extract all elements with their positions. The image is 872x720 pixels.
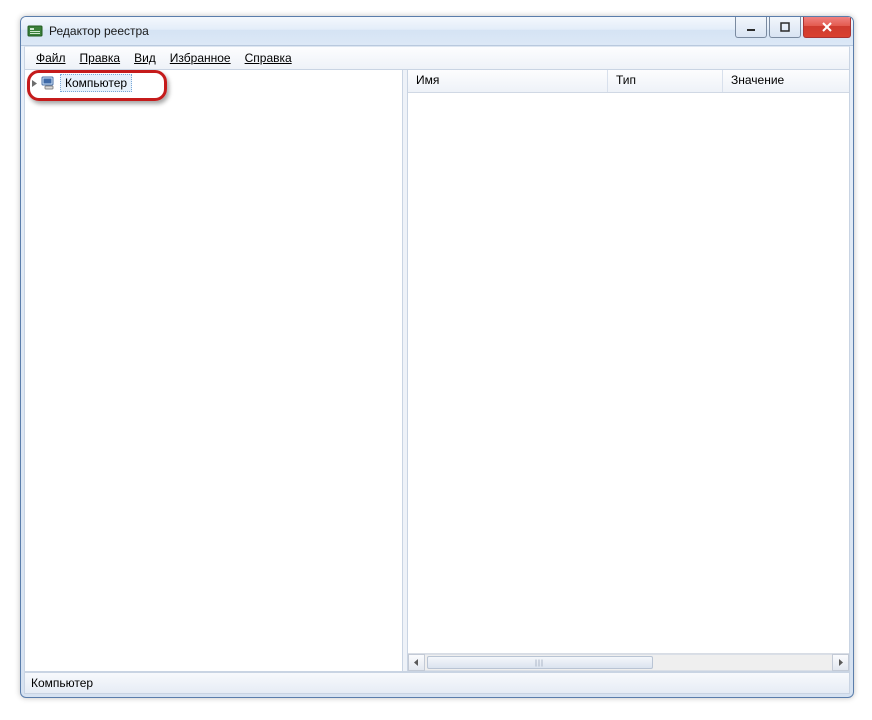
column-header-name[interactable]: Имя [408,70,608,92]
list-pane: Имя Тип Значение [408,70,849,671]
list-header: Имя Тип Значение [408,70,849,93]
menu-edit[interactable]: Правка [73,49,128,67]
computer-icon [41,75,57,91]
statusbar-path: Компьютер [31,676,93,690]
horizontal-scrollbar[interactable] [408,653,849,671]
list-body[interactable] [408,93,849,653]
menu-view[interactable]: Вид [127,49,163,67]
client-area: Компьютер Имя Тип Значение [24,70,850,672]
menubar: Файл Правка Вид Избранное Справка [24,46,850,70]
scroll-left-button[interactable] [408,654,425,671]
scroll-right-button[interactable] [832,654,849,671]
window-frame: Редактор реестра Файл Правка [20,16,854,698]
app-icon [27,23,43,39]
chevron-right-icon[interactable] [29,78,39,88]
column-header-type[interactable]: Тип [608,70,723,92]
menu-favorites[interactable]: Избранное [163,49,238,67]
tree-root-node[interactable]: Компьютер [27,74,400,92]
menu-help[interactable]: Справка [238,49,299,67]
tree-root-label[interactable]: Компьютер [60,74,132,92]
scroll-track[interactable] [425,654,832,671]
tree-pane[interactable]: Компьютер [25,70,403,671]
column-header-value[interactable]: Значение [723,70,849,92]
maximize-button[interactable] [769,17,801,38]
menu-file[interactable]: Файл [29,49,73,67]
minimize-button[interactable] [735,17,767,38]
window-controls [735,17,851,45]
close-button[interactable] [803,17,851,38]
scroll-thumb[interactable] [427,656,653,669]
window-title: Редактор реестра [49,24,735,38]
titlebar[interactable]: Редактор реестра [21,17,853,46]
statusbar: Компьютер [24,672,850,694]
